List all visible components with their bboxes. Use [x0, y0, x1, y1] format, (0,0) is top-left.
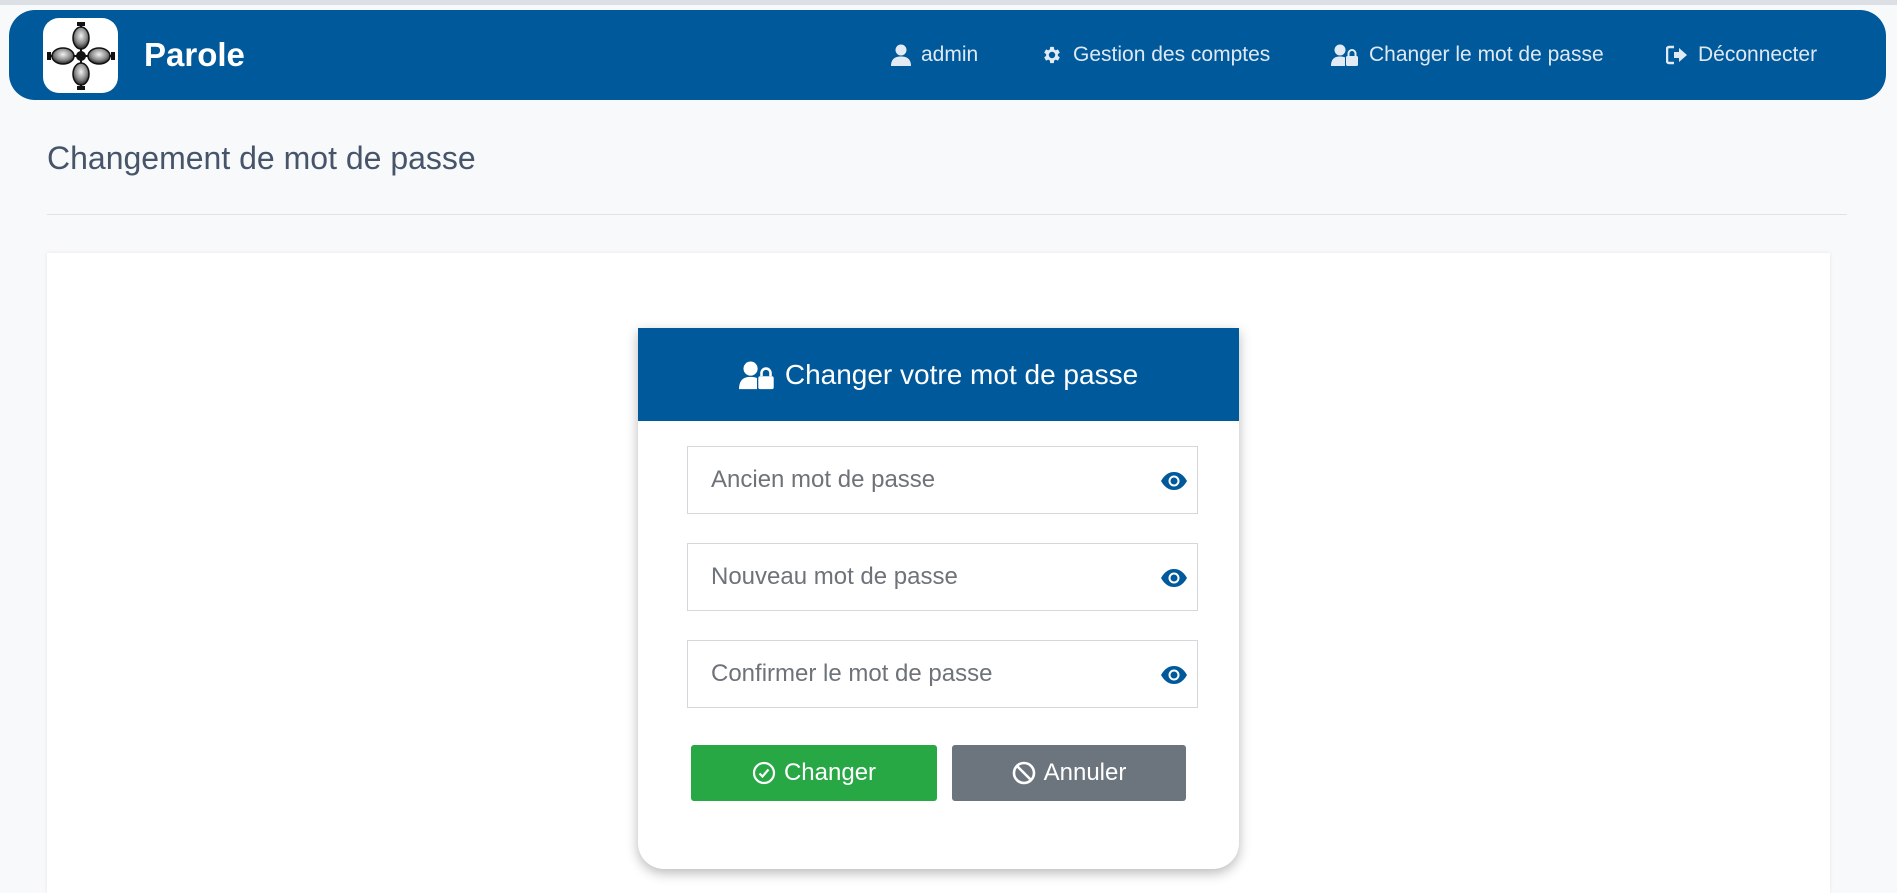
navbar: Parole admin Gestion des comptes Changer… [9, 10, 1886, 100]
old-password-field [687, 446, 1198, 514]
user-icon [891, 44, 911, 66]
confirm-password-field [687, 640, 1198, 708]
nav-item-logout[interactable]: Déconnecter [1666, 10, 1817, 100]
logo-icon [46, 21, 115, 90]
user-lock-icon [1331, 44, 1358, 66]
app-logo[interactable] [43, 18, 118, 93]
divider [47, 214, 1847, 215]
nav-item-label: admin [921, 43, 979, 66]
form-header-title: Changer votre mot de passe [784, 358, 1139, 390]
new-password-field [687, 543, 1198, 611]
change-password-form: Changer votre mot de passe Changer Annul… [638, 328, 1239, 869]
nav-item-label: Changer le mot de passe [1369, 43, 1604, 66]
cancel-button[interactable]: Annuler [952, 745, 1186, 801]
nav-item-admin[interactable]: admin [891, 10, 978, 100]
ban-icon [1012, 761, 1035, 785]
top-border [0, 0, 1897, 5]
check-circle-icon [752, 761, 776, 785]
change-button[interactable]: Changer [691, 745, 937, 801]
eye-icon[interactable] [1159, 661, 1189, 689]
form-header: Changer votre mot de passe [638, 328, 1239, 421]
nav-item-label: Déconnecter [1698, 43, 1818, 66]
nav-item-account-management[interactable]: Gestion des comptes [1041, 10, 1270, 100]
eye-icon[interactable] [1159, 564, 1189, 592]
cancel-button-label: Annuler [1043, 759, 1127, 786]
brand-title[interactable]: Parole [144, 10, 245, 100]
confirm-password-input[interactable] [711, 660, 1151, 688]
eye-icon[interactable] [1159, 467, 1189, 495]
nav-item-label: Gestion des comptes [1073, 43, 1271, 66]
new-password-input[interactable] [711, 563, 1151, 591]
gear-icon [1044, 46, 1060, 64]
user-lock-icon [738, 361, 774, 389]
change-button-label: Changer [783, 759, 877, 786]
sign-out-icon [1666, 45, 1687, 65]
nav-item-change-password[interactable]: Changer le mot de passe [1331, 10, 1604, 100]
old-password-input[interactable] [711, 466, 1151, 494]
page-title: Changement de mot de passe [47, 140, 476, 176]
